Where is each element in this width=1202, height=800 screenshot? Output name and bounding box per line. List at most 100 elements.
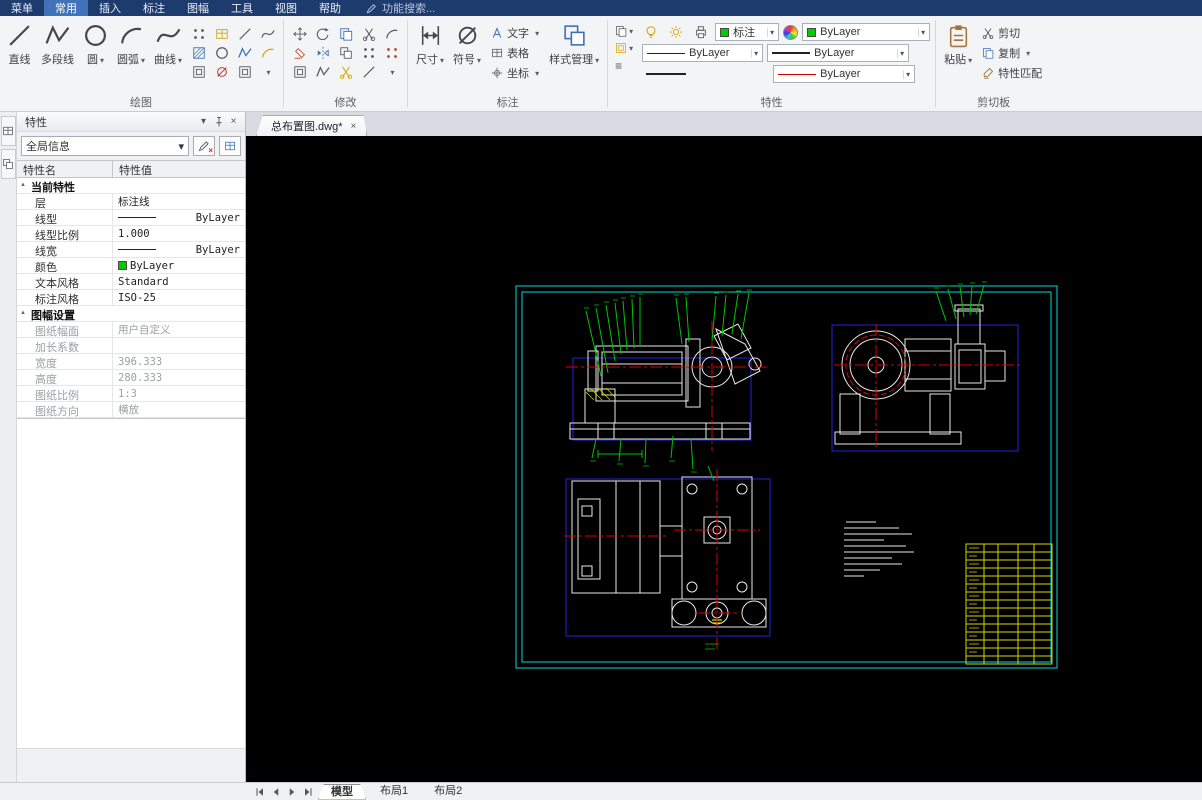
tab-layout1[interactable]: 布局1 (368, 784, 420, 800)
text-tool-button[interactable]: 文字 (487, 24, 543, 42)
document-tab[interactable]: 总布置图.dwg* × (256, 115, 367, 136)
linetype-select[interactable]: ByLayer ▾ (642, 44, 764, 62)
xref-attach-button[interactable] (613, 24, 635, 38)
chevron-down-icon[interactable]: ▾ (196, 114, 211, 129)
paste-button[interactable]: 粘贴 (941, 18, 975, 68)
mirror-tool-button[interactable] (312, 44, 333, 62)
first-layout-button[interactable] (252, 785, 268, 799)
table-row-orientation[interactable]: 图纸方向 横放 (17, 402, 245, 418)
table-row-textstyle[interactable]: 文本风格 Standard (17, 274, 245, 290)
sketch-tool-button[interactable] (257, 44, 278, 62)
ray-tool-button[interactable] (234, 25, 255, 43)
pin-icon[interactable] (211, 114, 226, 129)
collapse-icon[interactable]: ▲ (20, 182, 26, 188)
tab-layout2[interactable]: 布局2 (422, 784, 474, 800)
color-select[interactable]: ByLayer ▾ (802, 23, 931, 41)
image-attach-button[interactable] (613, 41, 635, 55)
last-layout-button[interactable] (300, 785, 316, 799)
table-row-layer[interactable]: 层 标注线 (17, 194, 245, 210)
array-tool-button[interactable] (358, 44, 379, 62)
table-row-dimstyle[interactable]: 标注风格 ISO-25 (17, 290, 245, 306)
quick-select-button[interactable]: × (193, 136, 215, 156)
draw-more-button[interactable] (257, 63, 278, 81)
rect-tool-button[interactable] (211, 25, 232, 43)
table-row-scale[interactable]: 图纸比例 1:3 (17, 386, 245, 402)
property-group-row[interactable]: ▲ 图幅设置 (17, 306, 245, 322)
region-tool-button[interactable] (188, 63, 209, 81)
dimension-tool-button[interactable]: 尺寸 (413, 18, 447, 68)
circle-tool-button[interactable]: 圆 (80, 18, 111, 68)
layer-on-button[interactable] (640, 23, 661, 41)
donut-tool-button[interactable] (211, 63, 232, 81)
modify-more-button[interactable] (381, 63, 402, 81)
ellipse-tool-button[interactable] (211, 44, 232, 62)
rotate-tool-button[interactable] (312, 25, 333, 43)
menu-tab-home[interactable]: 常用 (44, 0, 88, 16)
menu-tab-help[interactable]: 帮助 (308, 0, 352, 16)
point-tool-button[interactable] (188, 25, 209, 43)
spline-tool-button[interactable]: 曲线 (151, 18, 185, 68)
select-objects-button[interactable] (219, 136, 241, 156)
erase-tool-button[interactable] (289, 44, 310, 62)
table-row-lengthen[interactable]: 加长系数 (17, 338, 245, 354)
layer-freeze-button[interactable] (665, 23, 686, 41)
next-layout-button[interactable] (284, 785, 300, 799)
table-row-ltscale[interactable]: 线型比例 1.000 (17, 226, 245, 242)
table-row-color[interactable]: 颜色 ByLayer (17, 258, 245, 274)
prev-layout-button[interactable] (268, 785, 284, 799)
menu-item-menu[interactable]: 菜单 (0, 0, 44, 16)
copy-tool-button[interactable] (335, 25, 356, 43)
arc-tool-button[interactable]: 圆弧 (114, 18, 148, 68)
table-row-linetype[interactable]: 线型 ByLayer (17, 210, 245, 226)
property-group-row[interactable]: ▲ 当前特性 (17, 178, 245, 194)
layer-select[interactable]: 标注 ▾ (715, 23, 780, 41)
palette-tab-layers[interactable] (0, 149, 16, 179)
collapse-icon[interactable]: ▲ (20, 310, 26, 316)
menu-tab-tools[interactable]: 工具 (220, 0, 264, 16)
color-wheel-icon[interactable] (783, 24, 799, 40)
table-tool-button[interactable]: 表格 (487, 44, 543, 62)
table-row-height[interactable]: 高度 280.333 (17, 370, 245, 386)
table-row-papersize[interactable]: 图纸幅面 用户自定义 (17, 322, 245, 338)
break-tool-button[interactable] (335, 63, 356, 81)
tab-model[interactable]: 模型 (318, 784, 366, 800)
cut-button[interactable]: 剪切 (978, 24, 1046, 42)
symbol-tool-button[interactable]: 符号 (450, 18, 484, 68)
offset-tool-button[interactable] (335, 44, 356, 62)
stretch-tool-button[interactable] (312, 63, 333, 81)
explode-tool-button[interactable] (381, 44, 402, 62)
linetype2-select[interactable]: ByLayer ▾ (773, 65, 916, 83)
function-search[interactable]: 功能搜索... (366, 0, 435, 16)
mline-tool-button[interactable] (234, 44, 255, 62)
table-header: 特性名 特性值 (17, 161, 245, 178)
close-icon[interactable]: × (226, 114, 241, 129)
palette-tab-properties[interactable] (0, 116, 16, 146)
match-properties-button[interactable]: 特性匹配 (978, 64, 1046, 82)
copy-button[interactable]: 复制 (978, 44, 1046, 62)
layer-plot-button[interactable] (690, 23, 711, 41)
scale-tool-button[interactable] (289, 63, 310, 81)
hatch-tool-button[interactable] (188, 44, 209, 62)
drawing-canvas[interactable] (246, 136, 1202, 782)
properties-hamburger-button[interactable]: ≡ (613, 58, 635, 74)
line-tool-button[interactable]: 直线 (4, 18, 35, 68)
revision-cloud-button[interactable] (257, 25, 278, 43)
menu-tab-annotate[interactable]: 标注 (132, 0, 176, 16)
lineweight-select[interactable]: ByLayer ▾ (767, 44, 910, 62)
style-manager-button[interactable]: 样式管理 (546, 18, 602, 68)
menu-tab-view[interactable]: 视图 (264, 0, 308, 16)
wipeout-tool-button[interactable] (234, 63, 255, 81)
join-tool-button[interactable] (358, 63, 379, 81)
menu-tab-sheet[interactable]: 图幅 (176, 0, 220, 16)
trim-tool-button[interactable] (358, 25, 379, 43)
fillet-tool-button[interactable] (381, 25, 402, 43)
table-icon (492, 48, 502, 58)
scope-select[interactable]: 全局信息 ▾ (21, 136, 189, 156)
table-row-lineweight[interactable]: 线宽 ByLayer (17, 242, 245, 258)
menu-tab-insert[interactable]: 插入 (88, 0, 132, 16)
polyline-tool-button[interactable]: 多段线 (38, 18, 77, 68)
close-icon[interactable]: × (351, 121, 357, 132)
table-row-width[interactable]: 宽度 396.333 (17, 354, 245, 370)
coordinate-tool-button[interactable]: 坐标 (487, 64, 543, 82)
move-tool-button[interactable] (289, 25, 310, 43)
